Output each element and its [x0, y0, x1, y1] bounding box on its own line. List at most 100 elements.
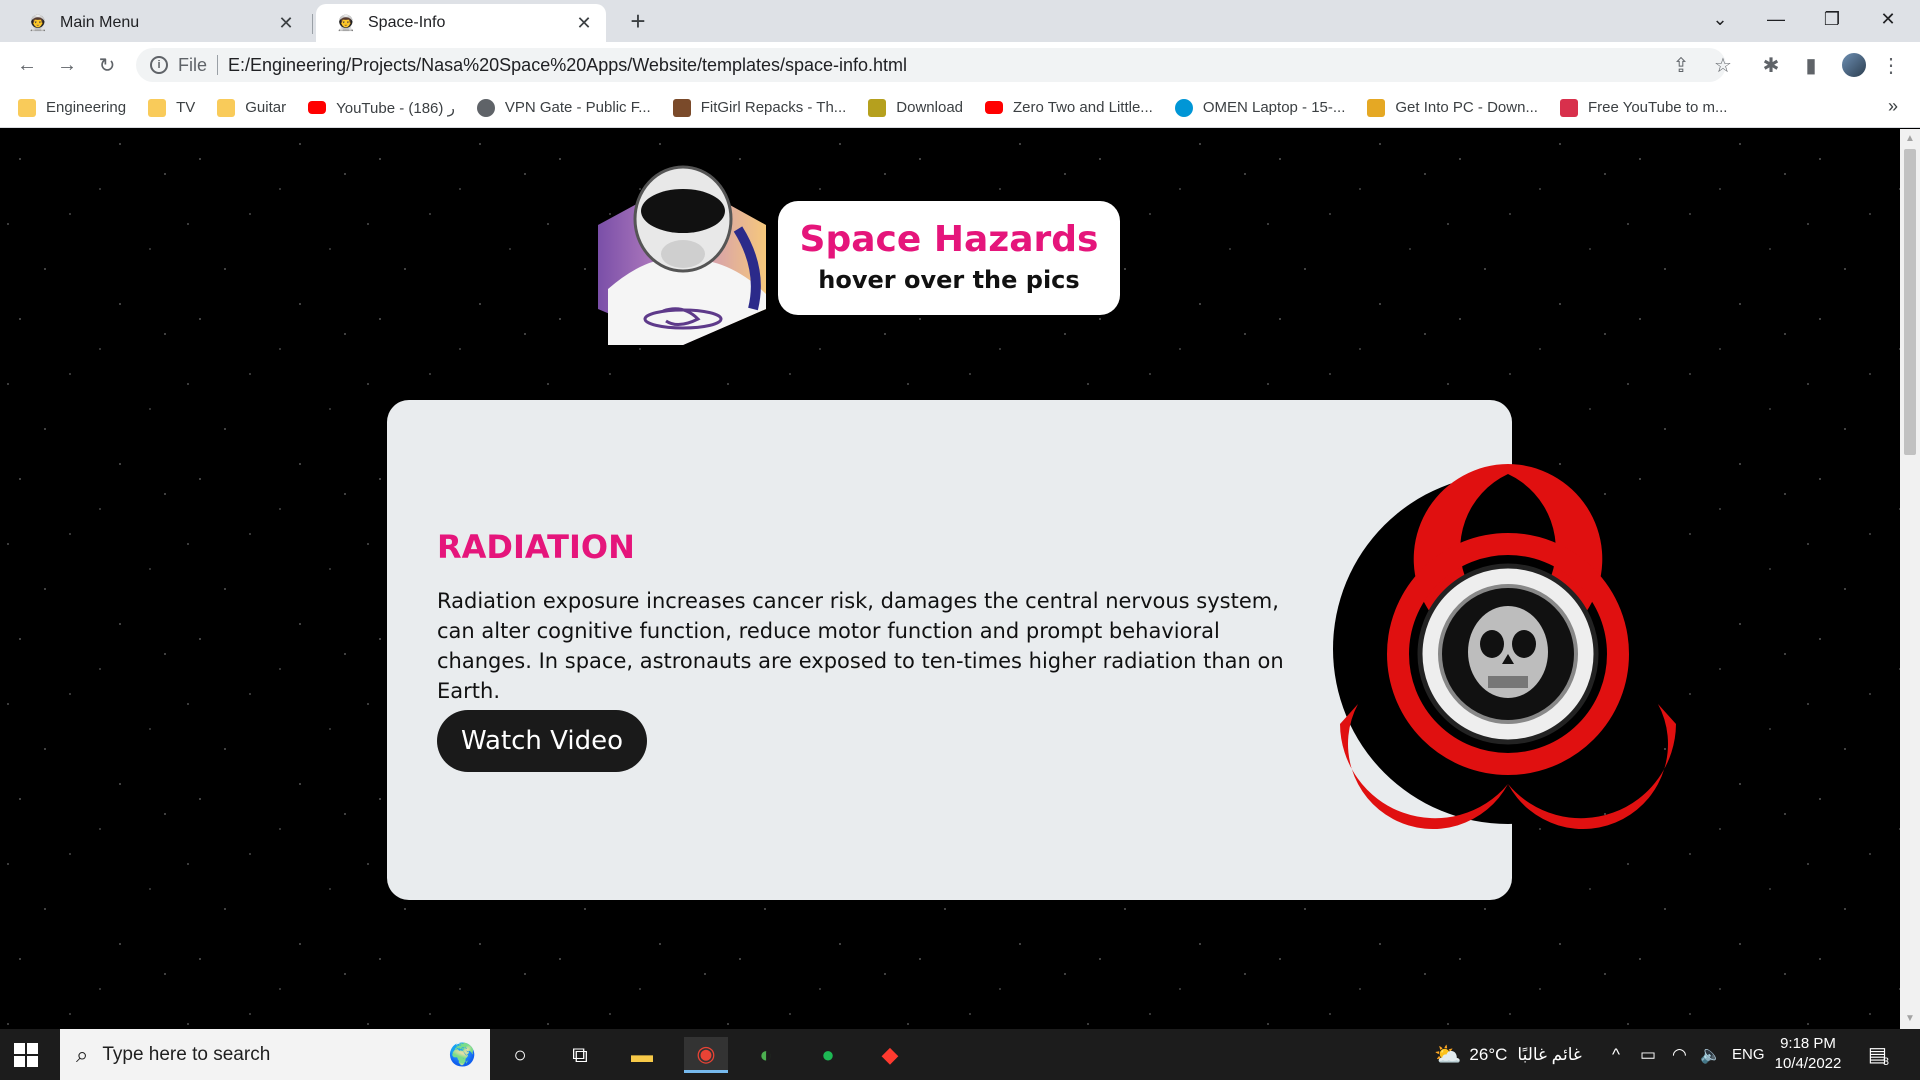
tab-title: Space-Info: [368, 14, 446, 31]
astronaut-favicon-icon: 👨‍🚀: [336, 15, 356, 32]
tab-main-menu[interactable]: 👨‍🚀 Main Menu ✕: [8, 4, 308, 42]
volume-icon[interactable]: 🔈: [1700, 1029, 1721, 1080]
site-icon: [672, 98, 691, 117]
page-subtitle: hover over the pics: [818, 266, 1080, 294]
link-icon: [1559, 98, 1578, 117]
tab-divider: [312, 14, 313, 34]
biohazard-skull-astronaut-image[interactable]: [1318, 454, 1702, 838]
weather-temp: 26°C: [1469, 1044, 1508, 1064]
wifi-icon[interactable]: ◠: [1672, 1029, 1687, 1080]
youtube-icon: [985, 101, 1004, 114]
close-tab-icon[interactable]: ✕: [574, 13, 594, 34]
page-header-card: Space Hazards hover over the pics: [778, 201, 1120, 315]
tab-strip: 👨‍🚀 Main Menu ✕ 👨‍🚀 Space-Info ✕ + ⌄ — ❐…: [0, 0, 1920, 42]
notification-count: 3: [1882, 1055, 1890, 1068]
astronaut-favicon-icon: 👨‍🚀: [28, 15, 48, 32]
back-arrow-icon[interactable]: ←: [12, 50, 42, 80]
address-bar[interactable]: i File E:/Engineering/Projects/Nasa%20Sp…: [136, 48, 1726, 82]
scrollbar-thumb[interactable]: [1904, 149, 1916, 455]
bookmark-label: Download: [896, 99, 964, 116]
bookmark-label: OMEN Laptop - 15-...: [1202, 99, 1346, 116]
download-icon: [868, 98, 887, 117]
bookmark-item[interactable]: TV: [148, 98, 196, 117]
bookmark-item[interactable]: Download: [868, 98, 964, 117]
taskbar-search-box[interactable]: ⌕ Type here to search 🌍: [60, 1029, 490, 1080]
forward-arrow-icon[interactable]: →: [52, 50, 82, 80]
url-scheme: File: [178, 54, 208, 75]
menu-kebab-icon[interactable]: ⋮: [1876, 50, 1906, 80]
bookmark-label: TV: [176, 99, 196, 116]
card-title: RADIATION: [437, 528, 635, 566]
bookmark-item[interactable]: YouTube - ر (186): [308, 99, 455, 117]
globe-icon: [476, 98, 495, 117]
scroll-down-arrow-icon[interactable]: ▼: [1904, 1013, 1916, 1024]
bookmark-item[interactable]: Get Into PC - Down...: [1367, 98, 1538, 117]
extensions-puzzle-icon[interactable]: ✱: [1756, 50, 1786, 80]
clock-time: 9:18 PM: [1780, 1035, 1836, 1052]
tab-title: Main Menu: [60, 14, 140, 31]
bookmark-label: Get Into PC - Down...: [1395, 99, 1538, 116]
battery-icon[interactable]: ▭: [1640, 1029, 1656, 1080]
bookmark-item[interactable]: Guitar: [217, 98, 287, 117]
close-tab-icon[interactable]: ✕: [276, 13, 296, 34]
tray-chevron-icon[interactable]: ^: [1612, 1029, 1620, 1080]
page-scrollbar[interactable]: ▲ ▼: [1900, 129, 1920, 1029]
bookmark-label: YouTube - ر (186): [336, 99, 455, 117]
clock[interactable]: 9:18 PM 10/4/2022: [1768, 1034, 1848, 1074]
anydesk-icon[interactable]: ◆: [868, 1037, 912, 1073]
file-explorer-icon[interactable]: ▬: [620, 1037, 664, 1073]
tab-search-chevron-icon[interactable]: ⌄: [1692, 0, 1748, 38]
restore-button[interactable]: ❐: [1804, 0, 1860, 38]
search-highlight-icon: 🌍: [448, 1041, 476, 1067]
page-title: Space Hazards: [799, 219, 1099, 260]
bookmark-label: Free YouTube to m...: [1587, 99, 1728, 116]
bookmark-star-icon[interactable]: ☆: [1708, 50, 1738, 80]
minimize-button[interactable]: —: [1748, 0, 1804, 38]
astronaut-hexagon-image[interactable]: [588, 159, 778, 345]
bookmark-item[interactable]: Engineering: [18, 98, 126, 117]
new-tab-button[interactable]: +: [624, 8, 652, 36]
task-view-icon[interactable]: ⧉: [558, 1037, 602, 1073]
weather-cloud-icon: ⛅: [1434, 1041, 1462, 1067]
spotify-icon[interactable]: ●: [806, 1037, 850, 1073]
profile-avatar[interactable]: [1840, 51, 1868, 79]
bookmark-item[interactable]: VPN Gate - Public F...: [476, 98, 651, 117]
windows-start-icon[interactable]: [14, 1043, 38, 1067]
hp-icon: [1174, 98, 1193, 117]
share-icon[interactable]: ⇪: [1666, 50, 1696, 80]
more-bookmarks-chevron-icon[interactable]: »: [1888, 96, 1898, 117]
chrome-icon[interactable]: ◉: [684, 1037, 728, 1073]
language-indicator[interactable]: ENG: [1732, 1029, 1765, 1080]
clock-date: 10/4/2022: [1774, 1055, 1842, 1072]
browser-toolbar: ← → ↻ i File E:/Engineering/Projects/Nas…: [0, 42, 1920, 88]
weather-desc: غائم غالبًا: [1517, 1044, 1582, 1064]
side-panel-icon[interactable]: ▮: [1796, 50, 1826, 80]
folder-icon: [148, 98, 167, 117]
watch-video-button[interactable]: Watch Video: [437, 710, 647, 772]
cortana-icon[interactable]: ○: [498, 1037, 542, 1073]
bookmark-item[interactable]: OMEN Laptop - 15-...: [1174, 98, 1346, 117]
youtube-icon: [308, 101, 327, 114]
app-globe-icon[interactable]: ◐: [744, 1037, 788, 1073]
notifications-icon[interactable]: ▤ 3: [1868, 1029, 1889, 1080]
windows-taskbar: ⌕ Type here to search 🌍 ○ ⧉ ▬ ◉ ◐ ● ◆ ⛅ …: [0, 1029, 1920, 1080]
search-icon: ⌕: [76, 1041, 89, 1067]
bookmark-item[interactable]: FitGirl Repacks - Th...: [672, 98, 846, 117]
screen: 👨‍🚀 Main Menu ✕ 👨‍🚀 Space-Info ✕ + ⌄ — ❐…: [0, 0, 1920, 1080]
url-text[interactable]: E:/Engineering/Projects/Nasa%20Space%20A…: [228, 55, 907, 76]
scroll-up-arrow-icon[interactable]: ▲: [1904, 133, 1916, 144]
tab-space-info[interactable]: 👨‍🚀 Space-Info ✕: [316, 4, 606, 42]
bookmark-item[interactable]: Zero Two and Little...: [985, 99, 1153, 116]
weather-widget[interactable]: ⛅ 26°C غائم غالبًا: [1434, 1029, 1582, 1080]
bookmark-item[interactable]: Free YouTube to m...: [1559, 98, 1728, 117]
close-window-button[interactable]: ✕: [1860, 0, 1916, 38]
folder-icon: [217, 98, 236, 117]
site-info-icon[interactable]: i: [150, 56, 168, 74]
card-description: Radiation exposure increases cancer risk…: [437, 589, 1284, 703]
bookmarks-bar: Engineering TV Guitar YouTube - ر (186) VPN …: [0, 88, 1920, 128]
bookmark-label: Guitar: [245, 99, 287, 116]
bookmark-label: Zero Two and Little...: [1013, 99, 1153, 116]
bookmark-label: VPN Gate - Public F...: [504, 99, 651, 116]
reload-icon[interactable]: ↻: [92, 50, 122, 80]
search-placeholder: Type here to search: [102, 1043, 271, 1065]
